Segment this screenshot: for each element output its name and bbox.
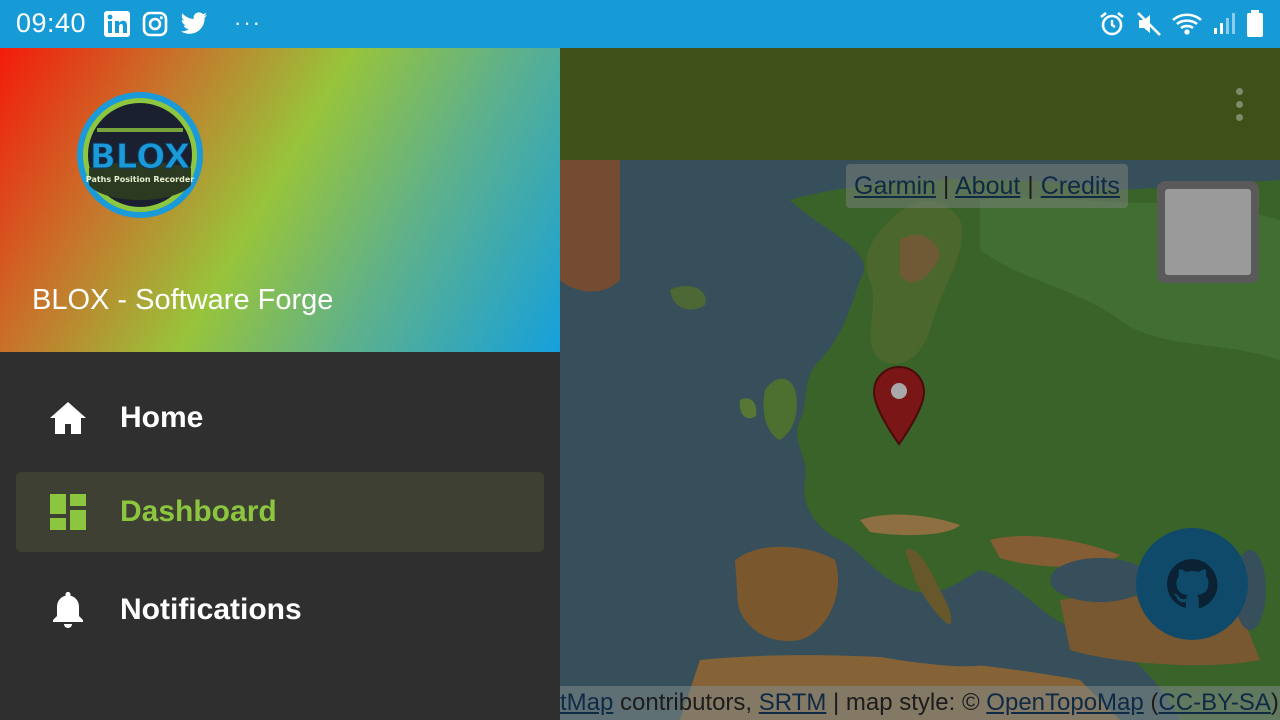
nav-item-label: Dashboard bbox=[120, 495, 277, 528]
map-attribution: tMap contributors, SRTM | map style: © O… bbox=[560, 686, 1280, 720]
cc-by-sa-link[interactable]: CC-BY-SA bbox=[1158, 689, 1270, 716]
home-icon bbox=[48, 398, 88, 438]
signal-icon bbox=[1212, 12, 1236, 41]
link-separator: | bbox=[942, 172, 950, 200]
status-bar: 09:40 ··· bbox=[0, 0, 1280, 48]
attribution-text: ( bbox=[1143, 689, 1159, 716]
layer-thumbnail bbox=[1165, 189, 1251, 275]
srtm-link[interactable]: SRTM bbox=[759, 689, 827, 716]
battery-icon bbox=[1246, 10, 1264, 43]
drawer-header: BLOX Paths Position Recorder BLOX - Soft… bbox=[0, 48, 560, 352]
nav-item-dashboard[interactable]: Dashboard bbox=[16, 472, 544, 552]
wifi-icon bbox=[1172, 12, 1202, 41]
dashboard-icon bbox=[48, 492, 88, 532]
opentopomap-link[interactable]: OpenTopoMap bbox=[986, 689, 1143, 716]
drawer-header-title: BLOX - Software Forge bbox=[32, 284, 334, 316]
credits-link[interactable]: Credits bbox=[1041, 172, 1120, 200]
blox-logo: BLOX Paths Position Recorder bbox=[75, 90, 205, 220]
logo-subtitle: Paths Position Recorder bbox=[86, 175, 194, 184]
map-pin-icon[interactable] bbox=[872, 365, 926, 451]
nav-item-label: Notifications bbox=[120, 593, 302, 626]
about-link[interactable]: About bbox=[955, 172, 1020, 200]
nav-item-label: Home bbox=[120, 401, 204, 434]
attribution-text: contributors, bbox=[613, 689, 759, 716]
map-links-bar: Garmin | About | Credits bbox=[846, 164, 1128, 208]
overflow-menu-icon[interactable] bbox=[1236, 88, 1244, 122]
map-view[interactable]: Garmin | About | Credits tMap contributo… bbox=[560, 160, 1280, 720]
logo-text: BLOX bbox=[90, 137, 190, 177]
bell-icon bbox=[48, 590, 88, 630]
link-separator: | bbox=[1027, 172, 1034, 200]
linkedin-icon bbox=[104, 11, 130, 42]
openstreetmap-link[interactable]: tMap bbox=[560, 689, 613, 716]
navigation-drawer[interactable]: BLOX Paths Position Recorder BLOX - Soft… bbox=[0, 48, 560, 720]
twitter-icon bbox=[180, 12, 208, 41]
mute-icon bbox=[1136, 11, 1162, 42]
instagram-icon bbox=[142, 11, 168, 42]
github-fab[interactable] bbox=[1136, 528, 1248, 640]
more-notifications-icon: ··· bbox=[234, 9, 262, 35]
nav-item-notifications[interactable]: Notifications bbox=[16, 570, 544, 650]
app-bar bbox=[560, 48, 1280, 160]
github-icon bbox=[1167, 559, 1218, 609]
alarm-icon bbox=[1098, 10, 1126, 43]
status-time: 09:40 bbox=[16, 8, 87, 38]
nav-item-home[interactable]: Home bbox=[16, 378, 544, 458]
attribution-text: ) bbox=[1270, 689, 1279, 716]
attribution-text: | map style: © bbox=[826, 689, 987, 716]
garmin-link[interactable]: Garmin bbox=[854, 172, 936, 200]
map-layer-button[interactable] bbox=[1157, 181, 1259, 283]
